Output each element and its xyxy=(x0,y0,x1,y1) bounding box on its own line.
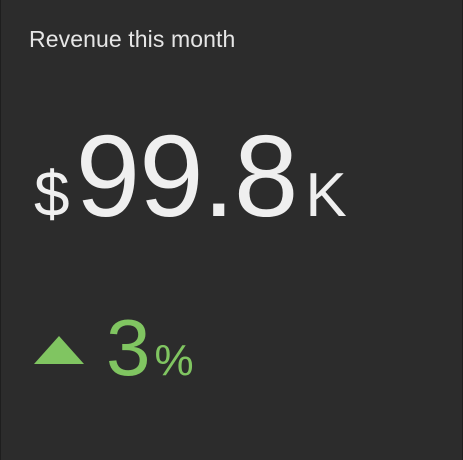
triangle-up-icon xyxy=(34,336,84,364)
currency-prefix: $ xyxy=(34,158,70,230)
widget-title: Revenue this month xyxy=(29,26,236,52)
delta-unit: % xyxy=(154,336,194,385)
revenue-widget: Revenue this month $ 99.8 K 3 % xyxy=(1,0,462,460)
metric-value: $ 99.8 K xyxy=(34,118,347,238)
delta-indicator: 3 % xyxy=(34,308,194,388)
delta-value: 3 xyxy=(106,303,151,392)
metric-suffix: K xyxy=(305,161,347,230)
metric-number: 99.8 xyxy=(75,111,299,241)
